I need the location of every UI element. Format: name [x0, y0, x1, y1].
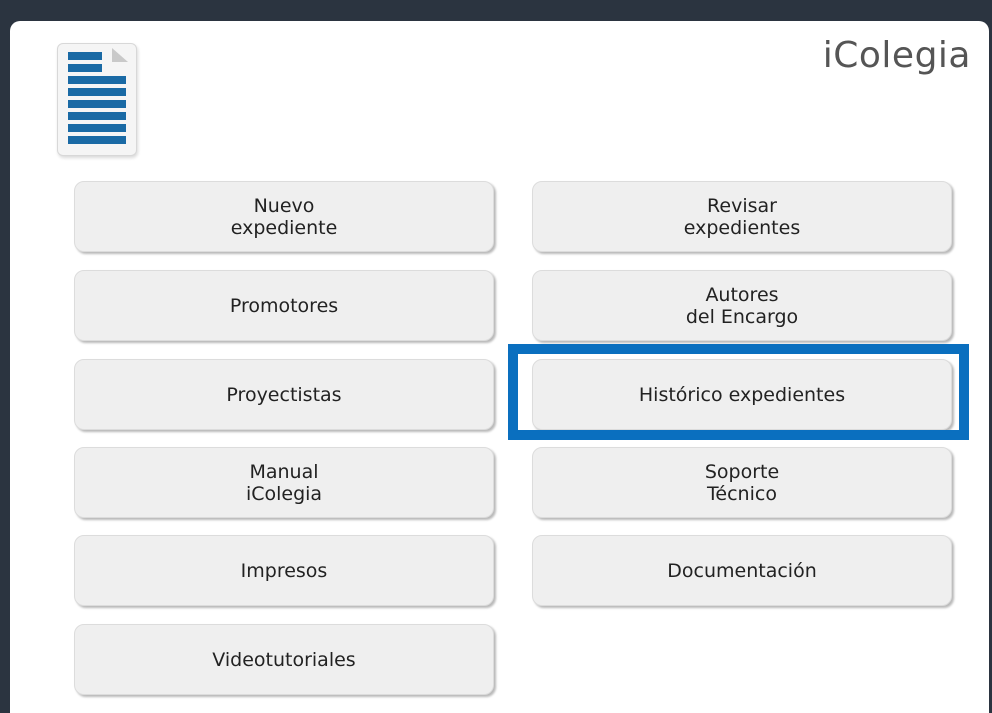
videotutoriales-button[interactable]: Videotutoriales — [74, 624, 494, 695]
button-label-line1: Soporte — [704, 460, 780, 483]
button-label-line2: expediente — [230, 216, 338, 239]
app-logo — [57, 43, 137, 156]
button-label-line1: Nuevo — [253, 194, 315, 217]
button-label-line2: expedientes — [683, 216, 801, 239]
historico-expedientes-button[interactable]: Histórico expedientes — [532, 359, 952, 430]
button-label-line2: Técnico — [707, 482, 777, 505]
proyectistas-button[interactable]: Proyectistas — [74, 359, 494, 430]
impresos-button[interactable]: Impresos — [74, 535, 494, 606]
button-label: Histórico expedientes — [638, 383, 846, 406]
button-label: Impresos — [240, 559, 328, 582]
document-icon — [68, 48, 128, 144]
button-label-line2: del Encargo — [685, 305, 799, 328]
promotores-button[interactable]: Promotores — [74, 270, 494, 341]
button-label-line1: Revisar — [707, 194, 777, 217]
revisar-expedientes-button[interactable]: Revisar expedientes — [532, 181, 952, 252]
app-title: iColegia — [822, 35, 971, 76]
button-label-line2: iColegia — [245, 482, 323, 505]
button-label: Documentación — [667, 559, 817, 582]
button-label: Proyectistas — [226, 383, 342, 406]
button-label: Promotores — [229, 294, 339, 317]
button-label-line1: Autores — [705, 283, 779, 306]
documentacion-button[interactable]: Documentación — [532, 535, 952, 606]
button-label: Videotutoriales — [212, 648, 356, 671]
soporte-tecnico-button[interactable]: Soporte Técnico — [532, 447, 952, 518]
button-label-line1: Manual — [249, 460, 319, 483]
nuevo-expediente-button[interactable]: Nuevo expediente — [74, 181, 494, 252]
main-window: iColegia Nuevo expediente Promotores Pro… — [10, 21, 989, 713]
autores-del-encargo-button[interactable]: Autores del Encargo — [532, 270, 952, 341]
manual-icolegia-button[interactable]: Manual iColegia — [74, 447, 494, 518]
